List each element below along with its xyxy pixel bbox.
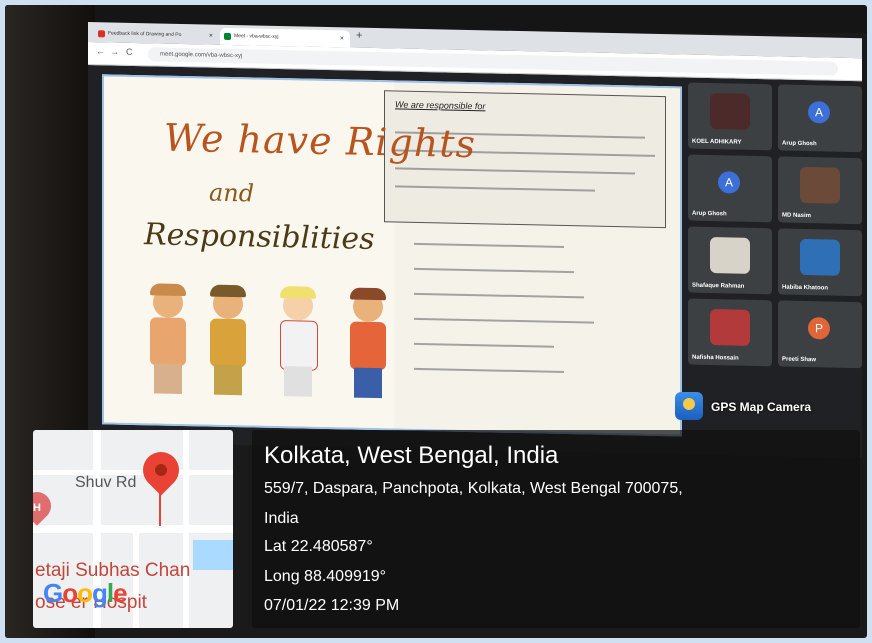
location-pin-icon (135, 444, 187, 496)
avatar: A (718, 171, 740, 194)
reload-button[interactable]: C (126, 47, 133, 57)
participant-tile[interactable]: KOEL ADHIKARY (688, 82, 772, 151)
participant-tile[interactable]: Shafaque Rahman (688, 226, 772, 295)
participant-name: Habiba Khatoon (782, 284, 828, 292)
poster-heading-2: and (209, 178, 255, 208)
child-figure (144, 283, 192, 398)
forward-button[interactable]: → (110, 46, 119, 56)
tab-label: Feedback link of Drawing and Po (108, 30, 182, 38)
participant-name: Shafaque Rahman (692, 282, 745, 290)
location-pin-tail (159, 486, 161, 526)
back-button[interactable]: ← (96, 46, 105, 56)
participant-name: MD Nasim (782, 212, 812, 220)
address-line-1: 559/7, Daspara, Panchpota, Kolkata, West… (264, 480, 683, 497)
gps-camera-icon (675, 392, 703, 420)
avatar: P (808, 317, 830, 340)
close-icon[interactable]: × (340, 30, 344, 47)
location-map: Shuv Rd H etaji Subhas Chan ose er Hospi… (33, 430, 233, 628)
presentation-view: We are responsible for We have Rights an… (102, 74, 682, 437)
participant-photo (800, 166, 840, 204)
child-figure (344, 287, 392, 402)
participant-tile[interactable]: A Arup Ghosh (778, 84, 862, 153)
hospital-marker-label: H (33, 502, 41, 514)
tab-label: Meet - vba-wbsc-xyj (234, 33, 279, 40)
participant-name: Arup Ghosh (692, 210, 727, 218)
participant-tile[interactable]: P Preeti Shaw (778, 300, 862, 369)
participant-photo (710, 309, 750, 346)
participant-tile[interactable]: Habiba Khatoon (778, 228, 862, 297)
poster-heading-3: Responsiblities (144, 217, 375, 258)
google-logo: Google (43, 578, 128, 608)
participant-tile[interactable]: MD Nasim (778, 156, 862, 225)
participant-name: Nafisha Hossain (692, 354, 739, 362)
longitude: Long 88.409919° (264, 568, 387, 585)
avatar: A (808, 101, 830, 124)
close-icon[interactable]: × (209, 28, 213, 45)
watermark-label: GPS Map Camera (711, 400, 812, 414)
child-figure (274, 286, 322, 401)
new-tab-button[interactable]: + (356, 30, 362, 42)
participant-tile[interactable]: A Arup Ghosh (688, 154, 772, 223)
map-road-label: Shuv Rd (75, 474, 137, 491)
datetime: 07/01/22 12:39 PM (264, 597, 400, 614)
participant-name: Arup Ghosh (782, 140, 817, 148)
latitude: Lat 22.480587° (264, 538, 373, 555)
gmail-icon (98, 30, 105, 38)
location-info-panel: Kolkata, West Bengal, India 559/7, Daspa… (252, 430, 860, 628)
participant-tile[interactable]: Nafisha Hossain (688, 298, 772, 367)
participant-name: Preeti Shaw (782, 356, 817, 364)
participant-photo (800, 238, 840, 276)
child-figure (204, 284, 252, 399)
box-title: We are responsible for (395, 99, 486, 112)
poster-heading-1: We have Rights (164, 115, 477, 167)
meet-icon (224, 32, 231, 40)
location-title: Kolkata, West Bengal, India (264, 442, 559, 469)
participant-name: KOEL ADHIKARY (692, 138, 742, 146)
gps-map-camera-watermark: GPS Map Camera (673, 390, 863, 430)
participant-photo (710, 93, 750, 130)
participant-photo (710, 237, 750, 274)
address-line-2: India (264, 510, 299, 527)
